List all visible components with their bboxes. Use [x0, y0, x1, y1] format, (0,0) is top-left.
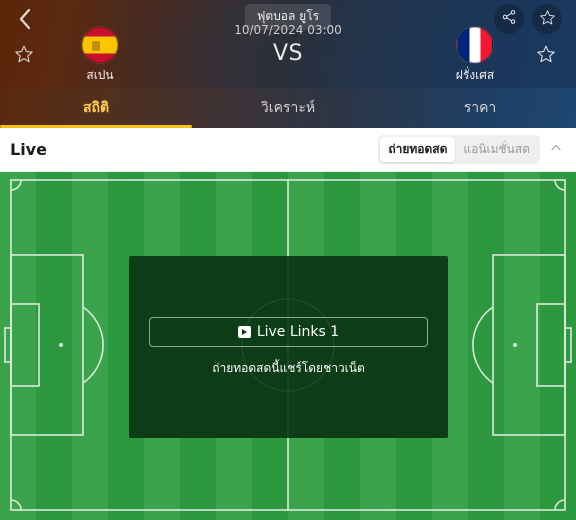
- live-mode-animation[interactable]: แอนิเมชั่นสด: [455, 137, 538, 162]
- tab-bar: สถิติ วิเคราะห์ ราคา: [0, 88, 576, 128]
- match-header: ฟุตบอล ยูโร 10/07/2024 03:00 VS สเปน ฝรั…: [0, 0, 576, 88]
- back-button[interactable]: [8, 4, 42, 38]
- match-datetime: 10/07/2024 03:00: [234, 23, 342, 37]
- home-team[interactable]: สเปน: [40, 27, 160, 85]
- away-team-name: ฝรั่งเศส: [455, 68, 495, 82]
- home-team-name: สเปน: [86, 68, 114, 82]
- live-links-note: ถ่ายทอดสดนี้แชร์โดยชาวเน็ต: [212, 360, 365, 375]
- tab-odds[interactable]: ราคา: [384, 88, 576, 128]
- star-outline-icon: [536, 44, 556, 68]
- favorite-match-button[interactable]: [532, 4, 562, 34]
- live-mode-stream[interactable]: ถ่ายทอดสด: [380, 137, 456, 162]
- tab-stats[interactable]: สถิติ: [0, 88, 192, 128]
- chevron-up-icon: [549, 140, 563, 159]
- live-section-title: Live: [10, 140, 47, 159]
- chevron-left-icon: [17, 7, 33, 35]
- tv-play-icon: [237, 325, 251, 338]
- collapse-live-button[interactable]: [546, 140, 566, 160]
- live-links-button[interactable]: Live Links 1: [149, 316, 428, 347]
- live-mode-switch: ถ่ายทอดสด แอนิเมชั่นสด: [378, 135, 540, 164]
- live-section-bar: Live ถ่ายทอดสด แอนิเมชั่นสด: [0, 128, 576, 172]
- live-links-overlay: Live Links 1 ถ่ายทอดสดนี้แชร์โดยชาวเน็ต: [129, 256, 448, 438]
- star-outline-icon: [14, 44, 34, 68]
- spain-flag-icon: [82, 27, 118, 63]
- live-links-label: Live Links 1: [256, 323, 340, 340]
- live-controls: ถ่ายทอดสด แอนิเมชั่นสด: [378, 135, 566, 164]
- match-live-page: ฟุตบอล ยูโร 10/07/2024 03:00 VS สเปน ฝรั…: [0, 0, 576, 520]
- away-team[interactable]: ฝรั่งเศส: [415, 27, 535, 85]
- tab-analysis[interactable]: วิเคราะห์: [192, 88, 384, 128]
- vs-label: VS: [272, 41, 304, 66]
- star-outline-icon: [539, 9, 556, 30]
- favorite-home-button[interactable]: [8, 40, 40, 72]
- share-icon: [501, 9, 517, 29]
- france-flag-icon: [457, 27, 493, 63]
